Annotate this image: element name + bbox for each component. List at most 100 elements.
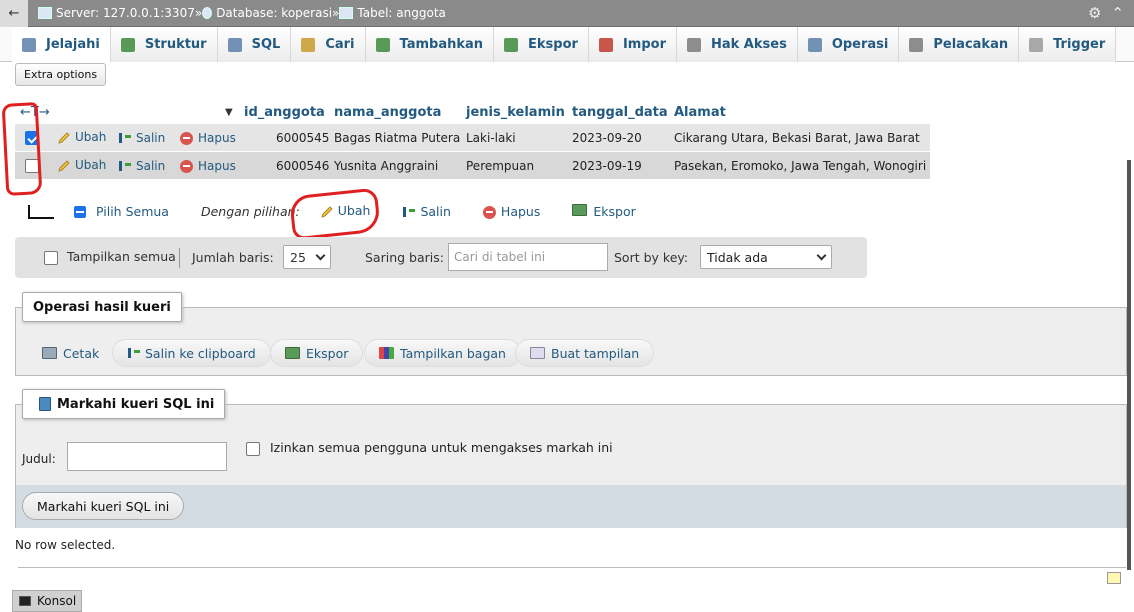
- tab-sql[interactable]: SQL: [217, 27, 292, 62]
- cell-jenis-kelamin[interactable]: Laki-laki: [466, 131, 516, 145]
- bulk-export-label: Ekspor: [593, 203, 636, 219]
- copy-icon: [127, 347, 141, 359]
- bulk-export-link[interactable]: Ekspor: [572, 203, 636, 219]
- divider: [18, 567, 1126, 568]
- cell-alamat[interactable]: Pasekan, Eromoko, Jawa Tengah, Wonogiri: [674, 159, 926, 173]
- delete-row-link[interactable]: Hapus: [180, 131, 236, 145]
- tab-impor[interactable]: Impor: [588, 27, 677, 62]
- tab-ekspor[interactable]: Ekspor: [494, 27, 589, 62]
- copy-clipboard-label: Salin ke clipboard: [145, 345, 256, 361]
- chart-icon: [379, 347, 394, 359]
- edit-row-link[interactable]: Ubah: [57, 158, 106, 173]
- tab-label: Impor: [622, 37, 666, 52]
- tab-jelajahi[interactable]: Jelajahi: [12, 27, 111, 62]
- show-all-label: Tampilkan semua: [67, 249, 176, 264]
- insert-icon: [375, 37, 390, 52]
- chevron-down-icon: [315, 250, 326, 261]
- extra-options-button[interactable]: Extra options: [15, 63, 107, 86]
- sort-label: Sort by key:: [614, 250, 689, 265]
- results-table: ←T→ ▼ id_anggota nama_anggota jenis_kela…: [15, 100, 930, 180]
- cell-tanggal[interactable]: 2023-09-19: [572, 159, 642, 173]
- display-chart-label: Tampilkan bagan: [400, 345, 506, 361]
- bookmark-submit-button[interactable]: Markahi kueri SQL ini: [22, 492, 185, 520]
- breadcrumb-database[interactable]: Database: koperasi: [202, 6, 332, 20]
- copy-label: Salin: [136, 158, 166, 173]
- delete-row-link[interactable]: Hapus: [180, 159, 236, 173]
- print-button[interactable]: Cetak: [28, 339, 113, 367]
- export-button[interactable]: Ekspor: [270, 339, 364, 367]
- create-view-button[interactable]: Buat tampilan: [515, 339, 655, 367]
- console-tab[interactable]: Konsol: [12, 590, 82, 612]
- show-all-checkbox[interactable]: [44, 251, 58, 265]
- export-icon: [504, 37, 519, 52]
- tab-hak-akses[interactable]: Hak Akses: [676, 27, 798, 62]
- note-icon[interactable]: [1107, 572, 1121, 584]
- share-label: Izinkan semua pengguna untuk mengakses m…: [270, 440, 613, 455]
- tab-bar: Jelajahi Struktur SQL Cari Tambahkan Eks…: [0, 27, 1134, 62]
- copy-row-link[interactable]: Salin: [118, 159, 165, 173]
- bookmark-legend: Markahi kueri SQL ini: [22, 389, 226, 419]
- breadcrumb-server-label: Server: 127.0.0.1:3307: [56, 6, 195, 20]
- back-arrow-icon[interactable]: ←: [0, 0, 28, 27]
- cell-nama[interactable]: Bagas Riatma Putera: [334, 131, 460, 145]
- delete-label: Hapus: [198, 158, 236, 173]
- copy-icon: [402, 206, 416, 218]
- import-icon: [598, 37, 613, 52]
- share-checkbox[interactable]: [246, 442, 260, 456]
- bookmark-icon: [39, 397, 51, 411]
- column-header[interactable]: jenis_kelamin: [466, 105, 565, 120]
- trigger-icon: [1029, 37, 1044, 52]
- copy-row-link[interactable]: Salin: [118, 131, 165, 145]
- arrow-up-icon: [22, 203, 54, 219]
- rows-select[interactable]: 25: [283, 245, 331, 269]
- query-operations-legend: Operasi hasil kueri: [22, 292, 182, 322]
- tab-trigger[interactable]: Trigger: [1019, 27, 1117, 62]
- breadcrumb-database-label: Database: koperasi: [216, 6, 333, 20]
- sort-direction-icon[interactable]: ▼: [225, 107, 233, 118]
- cell-tanggal[interactable]: 2023-09-20: [572, 131, 642, 145]
- cell-id[interactable]: 6000546: [276, 159, 329, 173]
- red-annotation-circle: [288, 187, 382, 241]
- printer-icon: [42, 347, 57, 359]
- column-header[interactable]: Alamat: [674, 105, 726, 120]
- column-header[interactable]: id_anggota: [244, 105, 325, 120]
- tab-cari[interactable]: Cari: [291, 27, 366, 62]
- edit-row-link[interactable]: Ubah: [57, 130, 106, 145]
- tab-struktur[interactable]: Struktur: [110, 27, 218, 62]
- copy-clipboard-button[interactable]: Salin ke clipboard: [112, 339, 271, 367]
- breadcrumb-separator: »: [332, 6, 340, 20]
- bulk-delete-link[interactable]: Hapus: [482, 204, 540, 219]
- column-header[interactable]: nama_anggota: [334, 105, 441, 120]
- filter-input[interactable]: Cari di tabel ini: [448, 243, 608, 271]
- edit-label: Ubah: [75, 130, 107, 145]
- divider: [179, 248, 180, 268]
- column-header[interactable]: tanggal_data: [572, 105, 668, 120]
- collapse-icon[interactable]: ⌃: [1111, 4, 1124, 22]
- gear-icon[interactable]: ⚙: [1088, 4, 1101, 22]
- select-all-link[interactable]: Pilih Semua: [74, 204, 169, 219]
- privileges-icon: [686, 37, 701, 52]
- bulk-copy-link[interactable]: Salin: [402, 204, 451, 219]
- cell-alamat[interactable]: Cikarang Utara, Bekasi Barat, Jawa Barat: [674, 131, 920, 145]
- rows-label: Jumlah baris:: [192, 250, 274, 265]
- search-icon: [301, 37, 316, 52]
- console-label: Konsol: [37, 594, 77, 608]
- breadcrumb-table[interactable]: Tabel: anggota: [339, 6, 446, 20]
- cell-jenis-kelamin[interactable]: Perempuan: [466, 159, 534, 173]
- rows-value: 25: [290, 249, 306, 265]
- cell-id[interactable]: 6000545: [276, 131, 329, 145]
- sort-select[interactable]: Tidak ada: [700, 245, 832, 269]
- database-icon: [202, 7, 213, 19]
- select-all-icon: [74, 206, 86, 218]
- tab-tambahkan[interactable]: Tambahkan: [365, 27, 495, 62]
- display-chart-button[interactable]: Tampilkan bagan: [364, 339, 521, 367]
- tab-operasi[interactable]: Operasi: [797, 27, 900, 62]
- delete-label: Hapus: [198, 130, 236, 145]
- cell-nama[interactable]: Yusnita Anggraini: [334, 159, 438, 173]
- breadcrumb-server[interactable]: Server: 127.0.0.1:3307: [38, 6, 195, 20]
- pencil-icon: [58, 160, 70, 172]
- scrollbar[interactable]: [1127, 160, 1131, 570]
- title-input[interactable]: [67, 442, 227, 471]
- tab-pelacakan[interactable]: Pelacakan: [899, 27, 1020, 62]
- tab-label: Operasi: [831, 37, 889, 52]
